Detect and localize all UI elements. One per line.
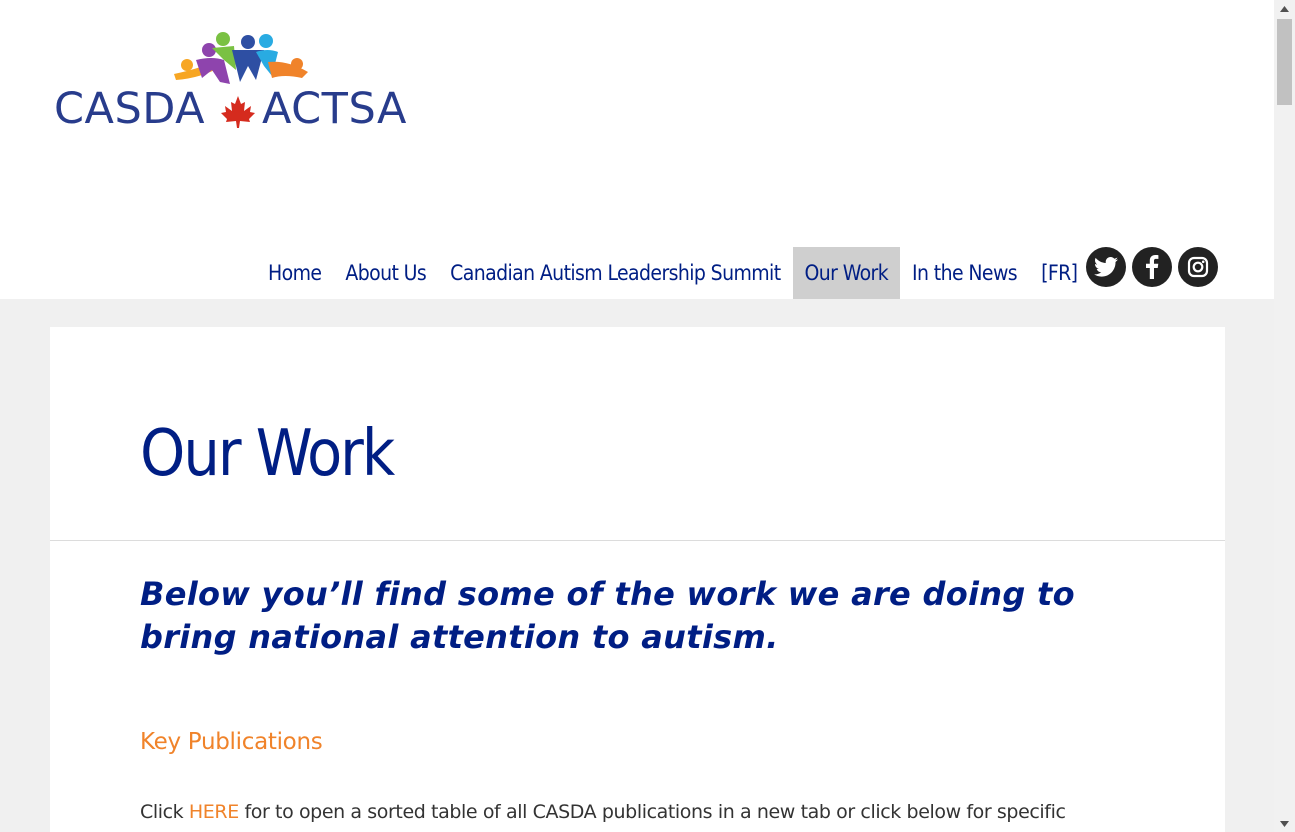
vertical-scrollbar[interactable] [1274,0,1295,832]
nav-in-the-news[interactable]: In the News [900,247,1029,299]
nav-home[interactable]: Home [256,247,333,299]
lead-statement: Below you’ll find some of the work we ar… [140,575,1075,656]
nav-about-us[interactable]: About Us [333,247,438,299]
social-links [1086,247,1218,287]
nav-french-language[interactable]: [FR] [1029,247,1089,299]
title-divider [50,540,1225,541]
main-nav: Home About Us Canadian Autism Leadership… [256,247,1089,299]
key-publications-heading: Key Publications [140,729,323,755]
site-header: CASDA ACTSA Home About Us Canadian Autis… [0,0,1274,299]
intro-suffix: for to open a sorted table of all CASDA … [238,801,1066,823]
publications-table-link[interactable]: HERE [189,801,239,823]
facebook-icon[interactable] [1132,247,1172,287]
nav-our-work[interactable]: Our Work [792,247,901,299]
intro-prefix: Click [140,801,189,823]
casda-logo[interactable]: CASDA ACTSA [52,30,424,134]
publications-intro: Click HERE for to open a sorted table of… [140,801,1140,823]
content-card: Our Work Below you’ll find some of the w… [50,327,1225,832]
scroll-up-arrow-icon[interactable] [1274,0,1295,17]
scroll-down-arrow-icon[interactable] [1274,815,1295,832]
logo-actsa-text: ACTSA [262,84,407,134]
maple-leaf-icon [220,94,256,130]
scroll-thumb[interactable] [1277,19,1292,105]
logo-casda-text: CASDA [54,84,206,134]
twitter-icon[interactable] [1086,247,1126,287]
page-title: Our Work [140,417,395,491]
instagram-icon[interactable] [1178,247,1218,287]
nav-leadership-summit[interactable]: Canadian Autism Leadership Summit [438,247,792,299]
